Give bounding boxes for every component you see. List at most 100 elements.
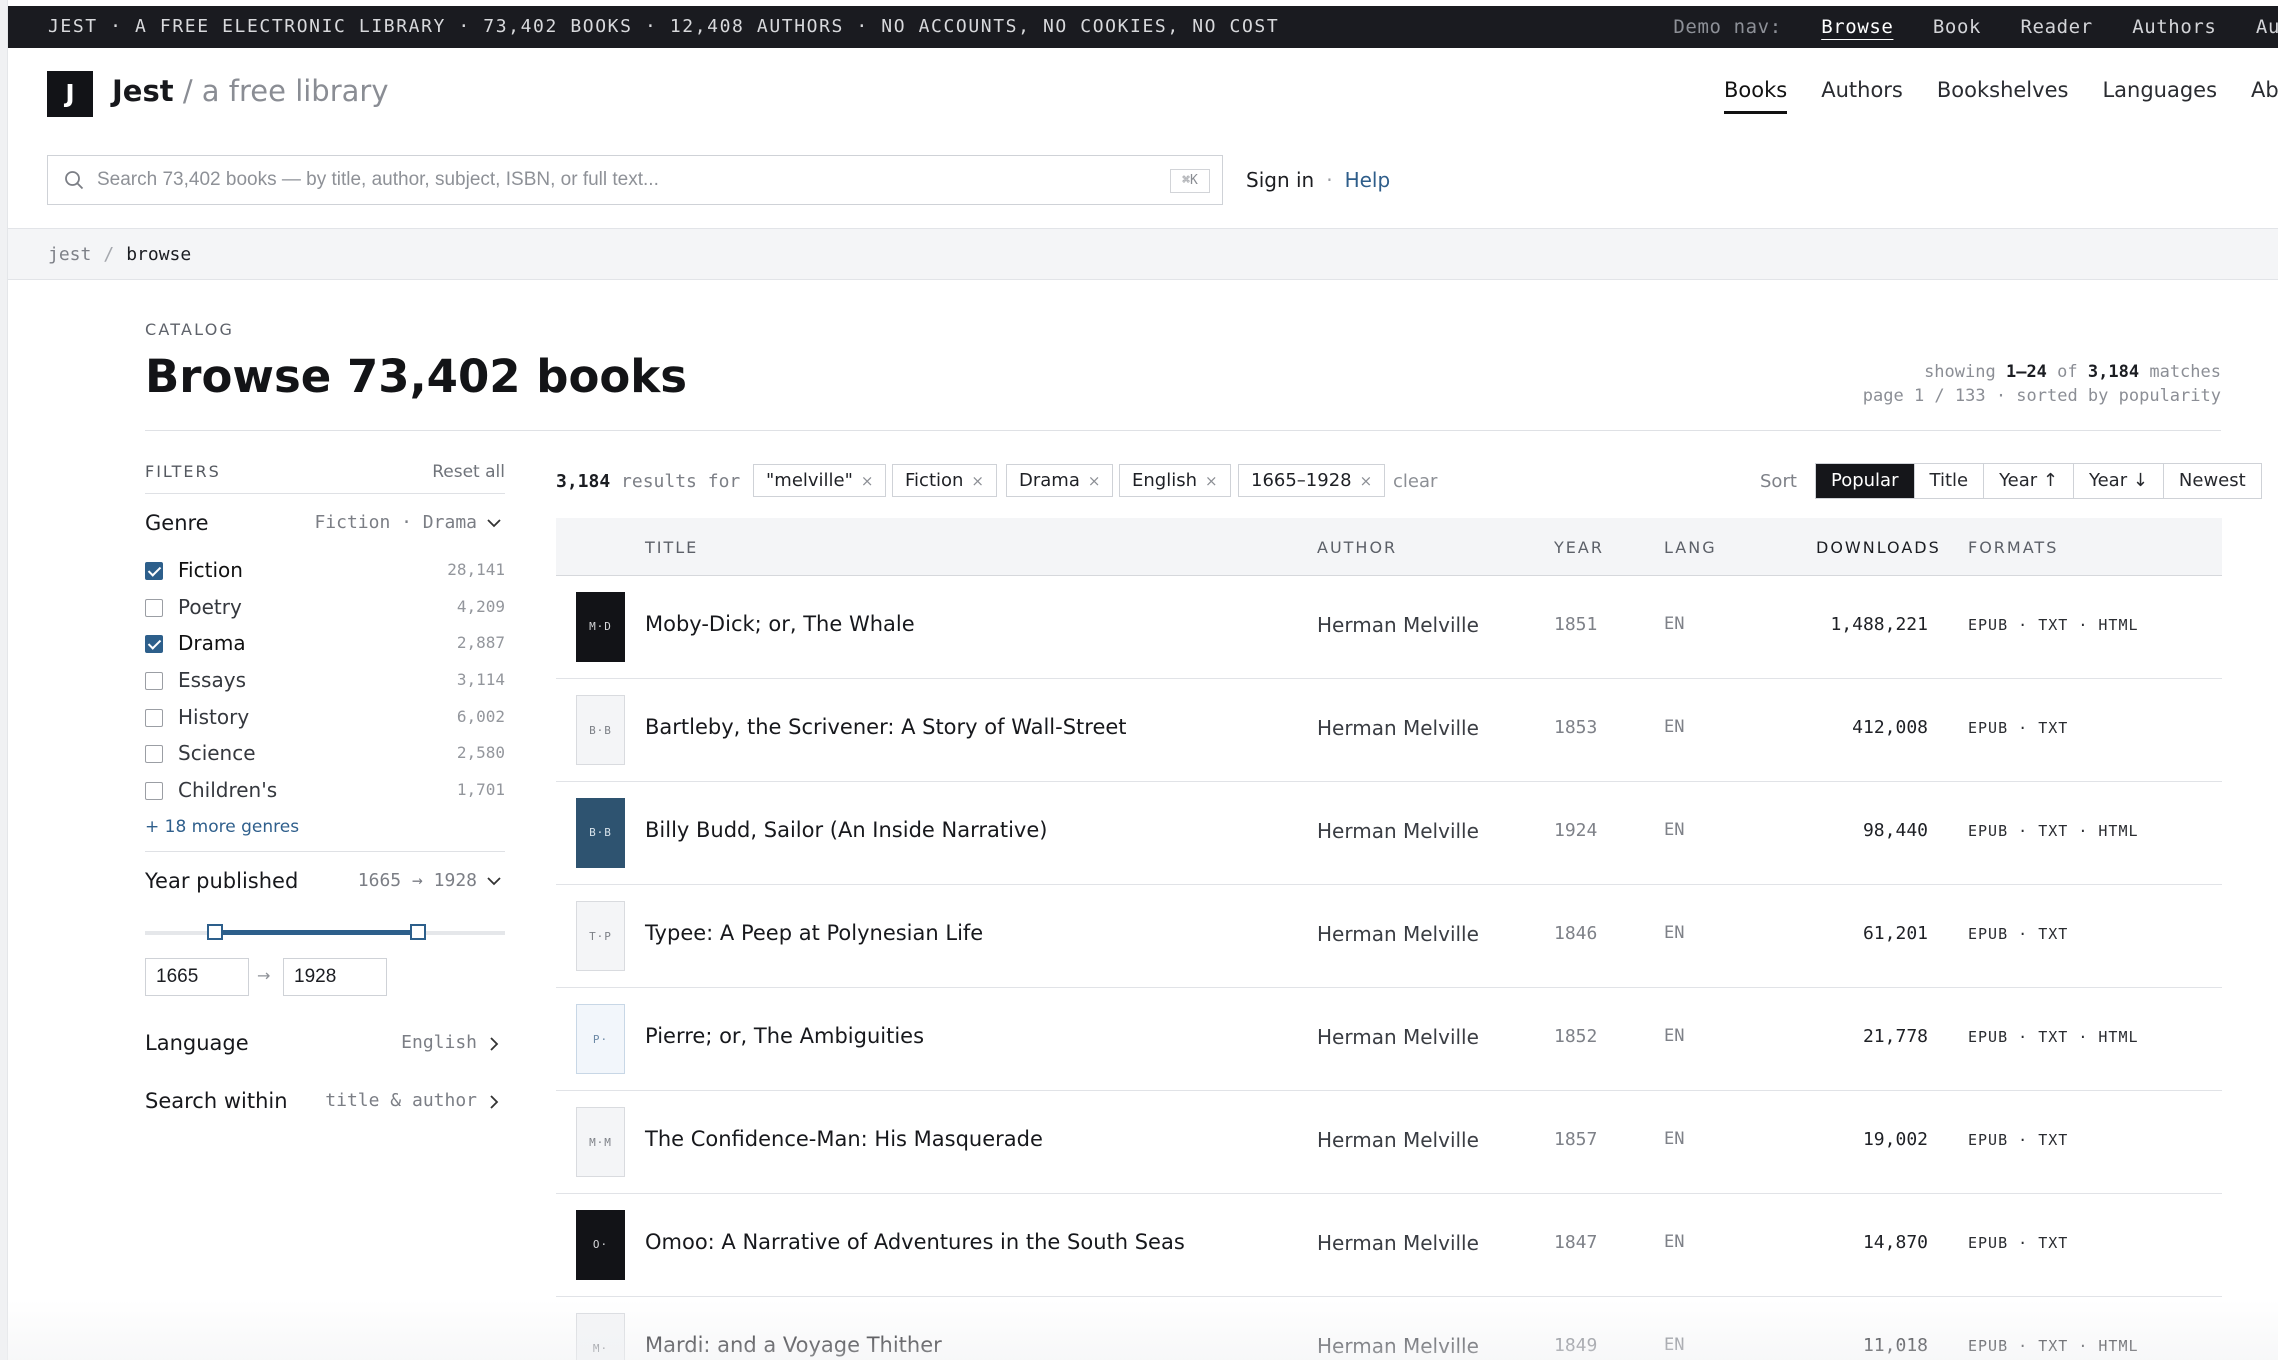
book-title[interactable]: Billy Budd, Sailor (An Inside Narrative): [645, 818, 1047, 842]
year-from-input[interactable]: [145, 957, 249, 996]
nav-about[interactable]: Abou: [2251, 78, 2278, 102]
table-row[interactable]: T·P Typee: A Peep at Polynesian Life Herma…: [556, 885, 2222, 988]
book-title[interactable]: Pierre; or, The Ambiguities: [645, 1024, 924, 1048]
book-cover: B·B: [576, 798, 625, 868]
book-formats[interactable]: EPUB · TXT: [1968, 719, 2068, 737]
sort-popular[interactable]: Popular: [1816, 464, 1914, 498]
search-within-filter[interactable]: Search within title & author: [145, 1072, 505, 1130]
table-row[interactable]: M·M The Confidence-Man: His Masquerade Her…: [556, 1091, 2222, 1194]
logo[interactable]: J: [47, 71, 93, 117]
genre-checkbox[interactable]: [145, 562, 163, 580]
close-icon[interactable]: ×: [1205, 472, 1218, 490]
close-icon[interactable]: ×: [971, 472, 984, 490]
book-title[interactable]: Mardi: and a Voyage Thither: [645, 1333, 942, 1357]
genre-filter-toggle[interactable]: Genre Fiction · Drama: [145, 494, 505, 552]
genre-checkbox[interactable]: [145, 598, 163, 617]
brand[interactable]: Jest / a free library: [112, 74, 389, 108]
nav-books[interactable]: Books: [1724, 78, 1788, 114]
demo-nav-authors[interactable]: Authors: [2132, 16, 2216, 38]
more-genres-link[interactable]: + 18 more genres: [145, 809, 505, 845]
genre-checkbox[interactable]: [145, 745, 163, 764]
genre-title: Genre: [145, 511, 209, 535]
table-row[interactable]: B·B Billy Budd, Sailor (An Inside Narrati…: [556, 782, 2222, 885]
filter-chip-drama[interactable]: Drama ×: [1006, 464, 1114, 497]
demo-nav-book[interactable]: Book: [1933, 16, 1981, 38]
book-formats[interactable]: EPUB · TXT: [1968, 1234, 2068, 1252]
help-link[interactable]: Help: [1345, 168, 1391, 192]
book-author[interactable]: Herman Melville: [1317, 922, 1479, 946]
book-title[interactable]: Typee: A Peep at Polynesian Life: [645, 921, 983, 945]
column-year[interactable]: YEAR: [1554, 538, 1604, 557]
book-title[interactable]: Bartleby, the Scrivener: A Story of Wall…: [645, 715, 1127, 739]
table-row[interactable]: P· Pierre; or, The Ambiguities Herman Melv…: [556, 988, 2222, 1091]
table-row[interactable]: M·D Moby-Dick; or, The Whale Herman Melvil…: [556, 576, 2222, 679]
column-lang[interactable]: LANG: [1664, 538, 1717, 557]
column-downloads[interactable]: DOWNLOADS: [1816, 538, 1941, 557]
sort-title[interactable]: Title: [1913, 464, 1984, 498]
book-formats[interactable]: EPUB · TXT: [1968, 1131, 2068, 1149]
genre-option[interactable]: Drama 2,887: [145, 625, 505, 662]
genre-checkbox[interactable]: [145, 708, 163, 727]
breadcrumb-root[interactable]: jest: [48, 244, 91, 265]
genre-option[interactable]: Science 2,580: [145, 735, 505, 772]
close-icon[interactable]: ×: [1360, 472, 1373, 490]
nav-authors[interactable]: Authors: [1821, 78, 1903, 102]
language-filter[interactable]: Language English: [145, 1014, 505, 1072]
book-author[interactable]: Herman Melville: [1317, 613, 1479, 637]
column-title[interactable]: TITLE: [645, 538, 698, 557]
genre-option[interactable]: Fiction 28,141: [145, 552, 505, 589]
close-icon[interactable]: ×: [861, 472, 874, 490]
slider-handle-max[interactable]: [409, 923, 426, 940]
filter-chip-years[interactable]: 1665–1928 ×: [1238, 464, 1386, 497]
book-formats[interactable]: EPUB · TXT · HTML: [1968, 822, 2139, 840]
filter-chip-english[interactable]: English ×: [1119, 464, 1231, 497]
sort-year-asc[interactable]: Year ↑: [1983, 464, 2073, 498]
demo-nav-au[interactable]: Au: [2256, 16, 2278, 38]
year-range-slider[interactable]: [145, 918, 505, 946]
book-title[interactable]: The Confidence-Man: His Masquerade: [645, 1127, 1043, 1151]
book-formats[interactable]: EPUB · TXT · HTML: [1968, 1337, 2139, 1355]
sort-newest[interactable]: Newest: [2162, 464, 2261, 498]
year-filter-toggle[interactable]: Year published 1665 → 1928: [145, 852, 505, 910]
filter-chip-fiction[interactable]: Fiction ×: [892, 464, 997, 497]
close-icon[interactable]: ×: [1088, 472, 1101, 490]
book-cover: T·P: [576, 901, 625, 971]
column-author[interactable]: AUTHOR: [1317, 538, 1397, 557]
book-cover: M·M: [576, 1107, 625, 1177]
book-formats[interactable]: EPUB · TXT: [1968, 925, 2068, 943]
table-row[interactable]: B·B Bartleby, the Scrivener: A Story of W…: [556, 679, 2222, 782]
year-to-input[interactable]: [283, 957, 387, 996]
slider-handle-min[interactable]: [206, 923, 223, 940]
sort-year-desc[interactable]: Year ↓: [2073, 464, 2163, 498]
reset-all-button[interactable]: Reset all: [432, 462, 505, 482]
book-author[interactable]: Herman Melville: [1317, 1231, 1479, 1255]
book-title[interactable]: Moby-Dick; or, The Whale: [645, 612, 915, 636]
table-row[interactable]: M· Mardi: and a Voyage Thither Herman Melv…: [556, 1297, 2222, 1360]
genre-checkbox[interactable]: [145, 782, 163, 801]
table-row[interactable]: O· Omoo: A Narrative of Adventures in the…: [556, 1194, 2222, 1297]
book-formats[interactable]: EPUB · TXT · HTML: [1968, 616, 2139, 634]
genre-checkbox[interactable]: [145, 672, 163, 691]
book-title[interactable]: Omoo: A Narrative of Adventures in the S…: [645, 1230, 1185, 1254]
genre-option[interactable]: Essays 3,114: [145, 662, 505, 699]
sign-in-link[interactable]: Sign in: [1246, 168, 1314, 192]
demo-nav-reader[interactable]: Reader: [2021, 16, 2093, 38]
genre-option[interactable]: Children's 1,701: [145, 772, 505, 809]
genre-option[interactable]: Poetry 4,209: [145, 589, 505, 626]
nav-languages[interactable]: Languages: [2102, 78, 2217, 102]
column-formats[interactable]: FORMATS: [1968, 538, 2058, 557]
demo-nav-browse[interactable]: Browse: [1821, 16, 1893, 38]
genre-checkbox[interactable]: [145, 635, 163, 654]
book-author[interactable]: Herman Melville: [1317, 716, 1479, 740]
book-author[interactable]: Herman Melville: [1317, 1025, 1479, 1049]
nav-bookshelves[interactable]: Bookshelves: [1937, 78, 2069, 102]
book-author[interactable]: Herman Melville: [1317, 819, 1479, 843]
genre-option[interactable]: History 6,002: [145, 699, 505, 736]
clear-filters-link[interactable]: clear: [1393, 471, 1437, 492]
search-input[interactable]: [97, 156, 1147, 203]
chevron-right-icon: [485, 1014, 503, 1072]
book-formats[interactable]: EPUB · TXT · HTML: [1968, 1028, 2139, 1046]
filter-chip-query[interactable]: "melville" ×: [753, 464, 887, 497]
book-author[interactable]: Herman Melville: [1317, 1128, 1479, 1152]
book-author[interactable]: Herman Melville: [1317, 1334, 1479, 1358]
